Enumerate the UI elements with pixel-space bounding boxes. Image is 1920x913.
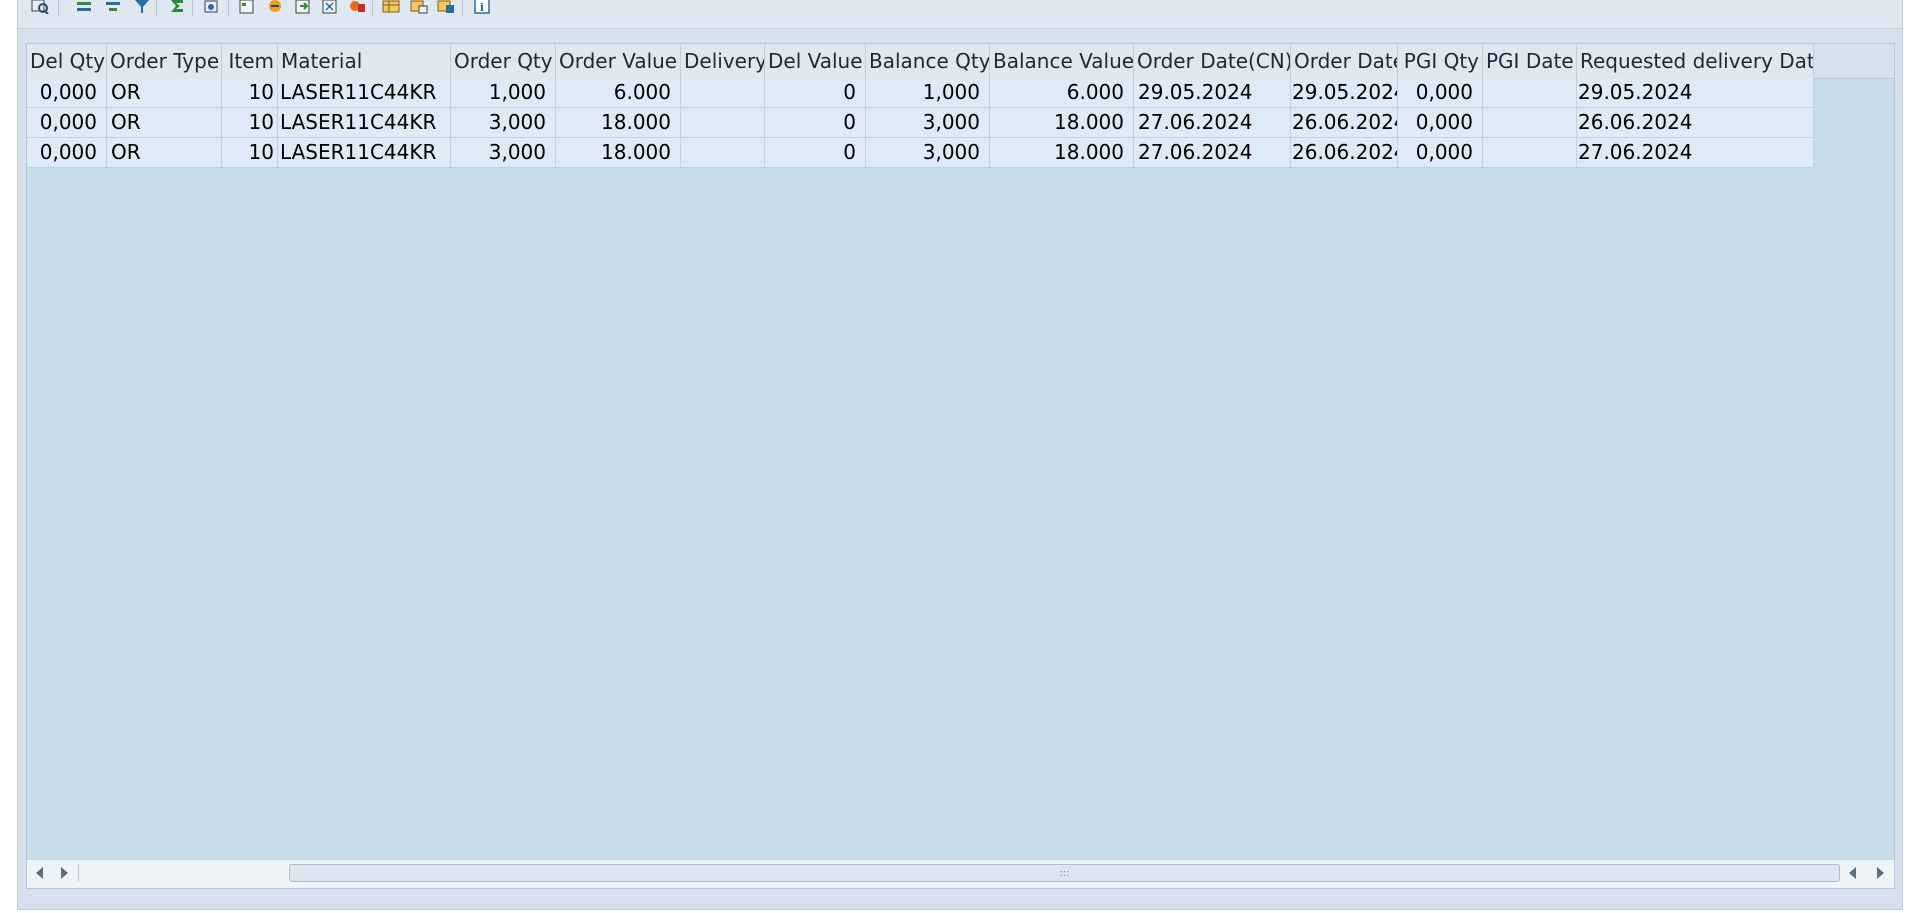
cell-del-qty[interactable]: 0,000 [27,138,107,168]
cell-pgi-qty[interactable]: 0,000 [1398,138,1483,168]
cell-order-date[interactable]: 26.06.2024 [1291,138,1398,168]
results-grid: Del Qty Order Type Item Material Order Q… [26,43,1895,889]
cell-delivery[interactable] [681,138,765,168]
column-header-order-value[interactable]: Order Value [556,44,681,78]
scroll-left-icon[interactable] [36,867,43,879]
abc-analysis-icon[interactable] [346,0,368,16]
scroll-right-end-icon[interactable] [1877,867,1884,879]
column-header-pgi-date[interactable]: PGI Date [1483,44,1577,78]
cell-material[interactable]: LASER11C44KR [278,108,451,138]
sort-ascending-icon[interactable] [73,0,95,16]
alv-toolbar: i [18,0,1902,29]
cell-order-value[interactable]: 18.000 [556,138,681,168]
export-icon[interactable] [236,0,258,16]
details-icon[interactable] [29,0,51,16]
column-header-material[interactable]: Material [278,44,451,78]
cell-item[interactable]: 10 [222,138,278,168]
cell-order-type[interactable]: OR [107,78,222,108]
column-header-pgi-qty[interactable]: PGI Qty [1398,44,1483,78]
sum-icon[interactable] [166,0,188,16]
cell-pgi-date[interactable] [1483,108,1577,138]
column-header-order-date[interactable]: Order Date [1291,44,1398,78]
column-header-balance-qty[interactable]: Balance Qty [866,44,990,78]
cell-order-value[interactable]: 18.000 [556,108,681,138]
information-icon[interactable]: i [471,0,493,16]
print-preview-icon[interactable] [201,0,223,16]
scroll-left-end-icon[interactable] [1849,867,1856,879]
cell-order-value[interactable]: 6.000 [556,78,681,108]
alv-grid-container: i Del Qty Order Type Item Material Order… [17,0,1903,910]
cell-item[interactable]: 10 [222,78,278,108]
choose-layout-icon[interactable] [408,0,430,16]
save-layout-icon[interactable] [435,0,457,16]
column-header-order-date-cn[interactable]: Order Date(CN) [1134,44,1291,78]
cell-delivery[interactable] [681,108,765,138]
cell-order-date-cn[interactable]: 29.05.2024 [1134,78,1291,108]
cell-balance-value[interactable]: 6.000 [990,78,1134,108]
grid-header: Del Qty Order Type Item Material Order Q… [27,44,1894,79]
cell-balance-qty[interactable]: 1,000 [866,78,990,108]
cell-requested-delivery-date[interactable]: 26.06.2024 [1577,108,1814,138]
cell-balance-value[interactable]: 18.000 [990,108,1134,138]
column-header-order-qty[interactable]: Order Qty [451,44,556,78]
send-icon[interactable] [264,0,286,16]
cell-pgi-qty[interactable]: 0,000 [1398,108,1483,138]
column-header-item[interactable]: Item [222,44,278,78]
layout-icon[interactable] [380,0,402,16]
cell-item[interactable]: 10 [222,108,278,138]
cell-order-qty[interactable]: 1,000 [451,78,556,108]
cell-order-type[interactable]: OR [107,108,222,138]
horizontal-scrollbar[interactable]: ::: [27,859,1894,888]
cell-balance-qty[interactable]: 3,000 [866,138,990,168]
cell-order-type[interactable]: OR [107,138,222,168]
cell-order-qty[interactable]: 3,000 [451,138,556,168]
cell-balance-value[interactable]: 18.000 [990,138,1134,168]
cell-del-value[interactable]: 0 [765,108,866,138]
scrollbar-thumb[interactable]: ::: [289,864,1840,882]
scroll-right-icon[interactable] [61,867,68,879]
cell-requested-delivery-date[interactable]: 29.05.2024 [1577,78,1814,108]
cell-delivery[interactable] [681,78,765,108]
column-header-requested-delivery-date[interactable]: Requested delivery Date [1577,44,1814,78]
cell-del-qty[interactable]: 0,000 [27,108,107,138]
cell-del-value[interactable]: 0 [765,78,866,108]
cell-order-date-cn[interactable]: 27.06.2024 [1134,138,1291,168]
cell-del-qty[interactable]: 0,000 [27,78,107,108]
cell-material[interactable]: LASER11C44KR [278,78,451,108]
column-header-delivery[interactable]: Delivery [681,44,765,78]
grip-icon: ::: [1059,867,1070,879]
local-file-icon[interactable] [292,0,314,16]
cell-balance-qty[interactable]: 3,000 [866,108,990,138]
column-header-balance-value[interactable]: Balance Value [990,44,1134,78]
graphic-icon[interactable] [319,0,341,16]
sort-descending-icon[interactable] [102,0,124,16]
cell-requested-delivery-date[interactable]: 27.06.2024 [1577,138,1814,168]
cell-pgi-qty[interactable]: 0,000 [1398,78,1483,108]
cell-order-date[interactable]: 29.05.2024 [1291,78,1398,108]
cell-pgi-date[interactable] [1483,78,1577,108]
cell-pgi-date[interactable] [1483,138,1577,168]
cell-del-value[interactable]: 0 [765,138,866,168]
cell-order-qty[interactable]: 3,000 [451,108,556,138]
cell-order-date-cn[interactable]: 27.06.2024 [1134,108,1291,138]
cell-order-date[interactable]: 26.06.2024 [1291,108,1398,138]
cell-material[interactable]: LASER11C44KR [278,138,451,168]
column-header-order-type[interactable]: Order Type [107,44,222,78]
column-header-del-qty[interactable]: Del Qty [27,44,107,78]
column-header-del-value[interactable]: Del Value [765,44,866,78]
svg-text:i: i [480,1,484,14]
filter-icon[interactable] [131,0,153,16]
